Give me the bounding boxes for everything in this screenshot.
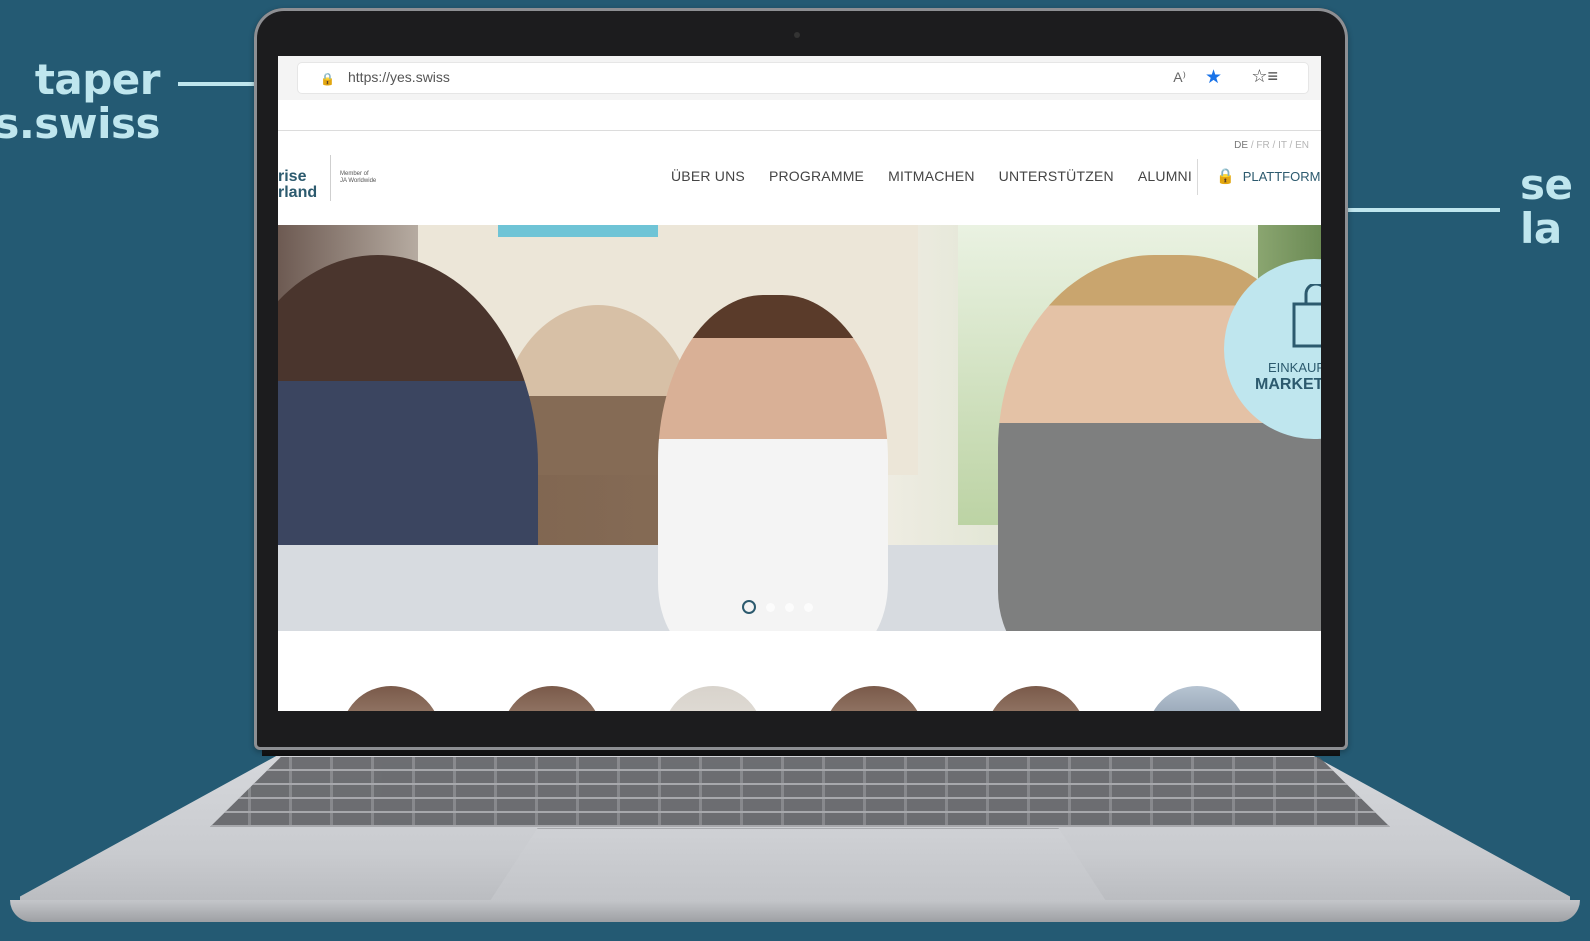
nav-programme[interactable]: PROGRAMME: [769, 168, 864, 184]
callout-right: se la: [1520, 160, 1573, 253]
carousel-dot-1[interactable]: [742, 600, 756, 614]
logo-divider: [330, 155, 331, 201]
read-aloud-icon[interactable]: A⁾: [1173, 69, 1186, 86]
nav-divider: [1197, 159, 1198, 195]
program-thumbnails: [278, 676, 1321, 711]
language-switcher[interactable]: DE / FR / IT / EN: [1234, 140, 1309, 151]
lock-icon: 🔒: [1216, 168, 1235, 185]
laptop-front-edge: [10, 900, 1580, 922]
logo-line2: rland: [278, 184, 318, 201]
callout-right-line2: la: [1520, 204, 1562, 253]
nav-ueber-uns[interactable]: ÜBER UNS: [671, 168, 745, 184]
site-logo[interactable]: rise rland: [278, 169, 317, 201]
member-line2: JA Worldwide: [340, 178, 377, 184]
nav-alumni[interactable]: ALUMNI: [1138, 168, 1192, 184]
callout-right-line1: se: [1520, 160, 1573, 209]
logo-line1: rise: [278, 168, 307, 185]
thumbnail-1[interactable]: [341, 686, 441, 711]
lang-others[interactable]: / FR / IT / EN: [1248, 140, 1309, 151]
laptop-trackpad: [488, 828, 1108, 904]
hero-poster: [498, 225, 658, 237]
thumbnail-6[interactable]: [1147, 686, 1247, 711]
badge-line1: EINKAUF: [1268, 360, 1321, 375]
platform-link[interactable]: 🔒 PLATTFORM: [1216, 167, 1320, 185]
carousel-dots: [742, 600, 813, 614]
lock-icon: 🔒: [320, 72, 335, 86]
main-nav: ÜBER UNS PROGRAMME MITMACHEN UNTERSTÜTZE…: [671, 168, 1216, 184]
address-bar[interactable]: 🔒 https://yes.swiss A⁾ ★ ☆≡: [298, 63, 1308, 93]
carousel-dot-4[interactable]: [804, 602, 813, 612]
star-icon[interactable]: ★: [1205, 66, 1222, 89]
carousel-dot-3[interactable]: [785, 602, 794, 612]
nav-unterstuetzen[interactable]: UNTERSTÜTZEN: [999, 168, 1114, 184]
thumbnail-4[interactable]: [824, 686, 924, 711]
carousel-dot-2[interactable]: [766, 602, 775, 612]
camera: [794, 32, 800, 38]
hero-person-center: [658, 295, 888, 631]
browser-strip: [278, 100, 1321, 131]
member-line1: Member of: [340, 171, 369, 177]
member-note: Member of JA Worldwide: [340, 171, 376, 185]
laptop-screen: 🔒 https://yes.swiss A⁾ ★ ☆≡ DE / FR / IT…: [278, 56, 1321, 711]
callout-type-url-line2: es.swiss: [0, 99, 160, 148]
thumbnail-2[interactable]: [502, 686, 602, 711]
callout-type-url: taper es.swiss: [0, 58, 160, 146]
thumbnail-3[interactable]: [663, 686, 763, 711]
shopping-bag-icon: [1292, 284, 1321, 348]
callout-type-url-line1: taper: [34, 55, 161, 104]
site-header: DE / FR / IT / EN rise rland Member of J…: [278, 131, 1321, 224]
badge-line2: MARKET: [1255, 376, 1321, 393]
browser-toolbar: 🔒 https://yes.swiss A⁾ ★ ☆≡: [278, 56, 1321, 100]
url-text[interactable]: https://yes.swiss: [348, 69, 450, 85]
lang-current[interactable]: DE: [1234, 140, 1248, 151]
laptop-key-rows: [210, 757, 1390, 827]
platform-label: PLATTFORM: [1242, 168, 1321, 184]
hero-image: [278, 225, 1321, 631]
favorites-icon[interactable]: ☆≡: [1251, 66, 1278, 87]
nav-mitmachen[interactable]: MITMACHEN: [888, 168, 975, 184]
thumbnail-5[interactable]: [986, 686, 1086, 711]
